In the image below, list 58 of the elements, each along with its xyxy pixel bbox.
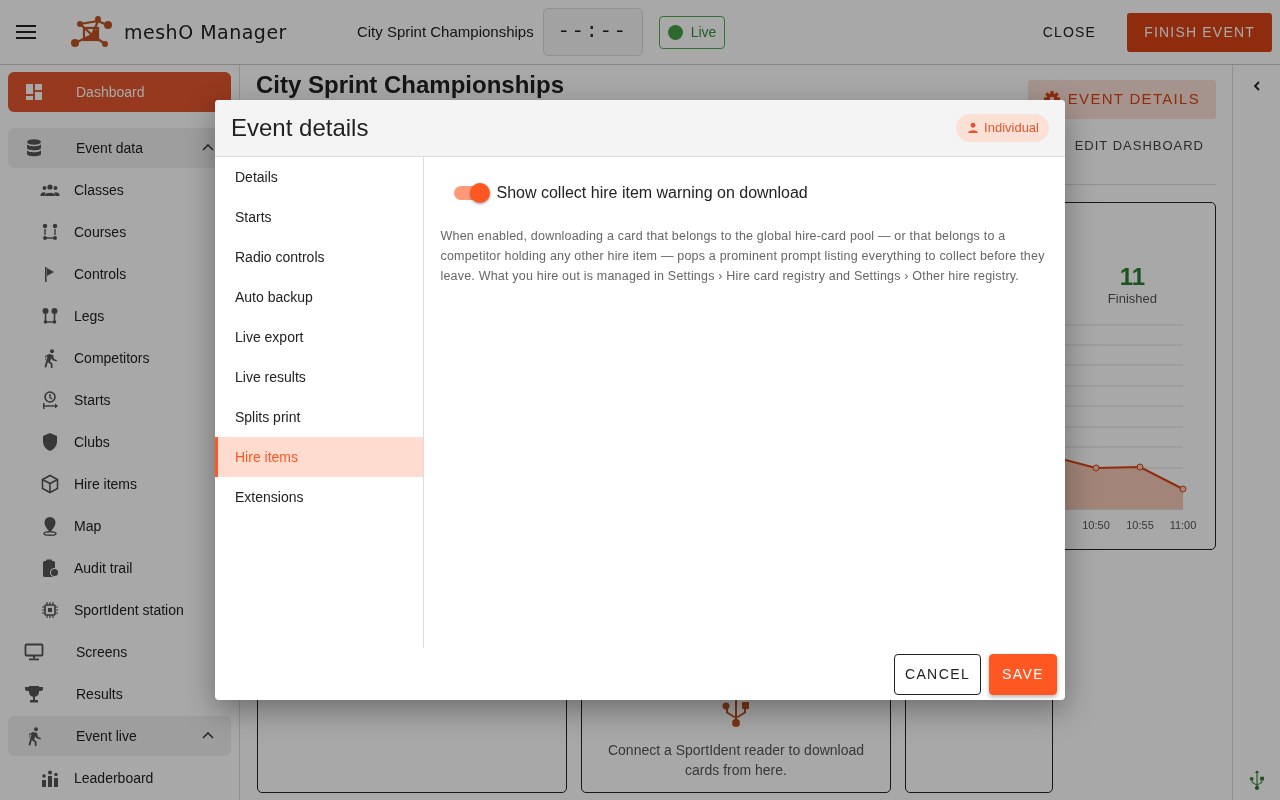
sidebar-item-label: Classes <box>74 180 124 200</box>
chip-icon <box>40 600 60 620</box>
edit-dashboard-button[interactable]: EDIT DASHBOARD <box>1062 127 1216 164</box>
monitor-icon <box>24 642 44 662</box>
sidebar-item[interactable]: SportIdent station <box>8 590 231 630</box>
clock-icon <box>40 390 60 410</box>
sidebar-item[interactable]: Leaderboard <box>8 758 231 798</box>
clock-display: --:-- <box>542 8 643 56</box>
route-icon <box>40 222 60 242</box>
cancel-button[interactable]: CANCEL <box>893 653 982 695</box>
sidebar-item-label: Audit trail <box>74 558 133 578</box>
sidebar-item-label: Leaderboard <box>74 768 154 788</box>
shield-icon <box>40 432 60 452</box>
axis-label: 11:00 <box>1169 519 1197 531</box>
pins-icon <box>40 306 60 326</box>
sidebar-item-label: Map <box>74 516 102 536</box>
box-icon <box>40 474 60 494</box>
sidebar-item-label: Controls <box>74 264 127 284</box>
setting-description: When enabled, downloading a card that belongs to the global hire-card pool — or that belongs to a competitor holding any other hire item — pops a prominent prompt listing everything to collect before they leave. What you hire out is managed in Settings › Hire card registry and Settings › Other hire registry. <box>440 228 1046 285</box>
sidebar-item-label: Clubs <box>74 432 110 452</box>
setting-label: Show collect hire item warning on download <box>496 183 808 203</box>
trophy-icon <box>24 684 44 704</box>
sidebar-group-label: Event data <box>76 138 143 158</box>
clipboard-icon <box>40 558 60 578</box>
sidebar-item-label: Legs <box>74 306 105 326</box>
sidebar-item[interactable]: Audit trail <box>8 548 231 588</box>
app-name: meshO Manager <box>124 19 287 45</box>
sidebar-item-label: Courses <box>74 222 127 242</box>
menu-icon[interactable] <box>16 24 36 40</box>
reader-hint: Connect a SportIdent reader to download cards from here. <box>606 740 866 780</box>
axis-label: 10:50 <box>1082 519 1110 531</box>
sidebar-item-label: Competitors <box>74 348 150 368</box>
finish-event-button[interactable]: FINISH EVENT <box>1127 12 1272 52</box>
sidebar-item[interactable]: Screens <box>8 632 231 672</box>
mode-badge: Individual <box>956 114 1049 142</box>
sidebar-group[interactable]: Event live <box>8 716 231 756</box>
axis-label: 10:55 <box>1126 519 1154 531</box>
live-status: Live <box>658 15 726 49</box>
usb-icon <box>1248 770 1265 792</box>
sidebar-item-label: Results <box>76 684 123 704</box>
sidebar-item-label: Hire items <box>74 474 137 494</box>
page-title: City Sprint Championships <box>256 73 564 97</box>
close-button[interactable]: CLOSE <box>1025 12 1114 52</box>
sidebar-item-label: Screens <box>76 642 128 662</box>
sidebar-item-label: Dashboard <box>76 82 145 102</box>
network-logo-icon <box>70 15 112 49</box>
stat-label: Finished <box>1107 289 1157 308</box>
event-name: City Sprint Championships <box>356 21 534 42</box>
sidebar-item-label: Starts <box>74 390 111 410</box>
database-icon <box>24 138 44 158</box>
stat-value: 11 <box>1118 264 1147 289</box>
sidebar-item[interactable]: Results <box>8 674 231 714</box>
podium-icon <box>40 768 60 788</box>
map-pin-icon <box>40 516 60 536</box>
dialog-title: Event details <box>231 113 369 143</box>
sidebar-item-label: SportIdent station <box>74 600 184 620</box>
sidebar-group-label: Event live <box>76 726 137 746</box>
dashboard-icon <box>24 82 44 102</box>
